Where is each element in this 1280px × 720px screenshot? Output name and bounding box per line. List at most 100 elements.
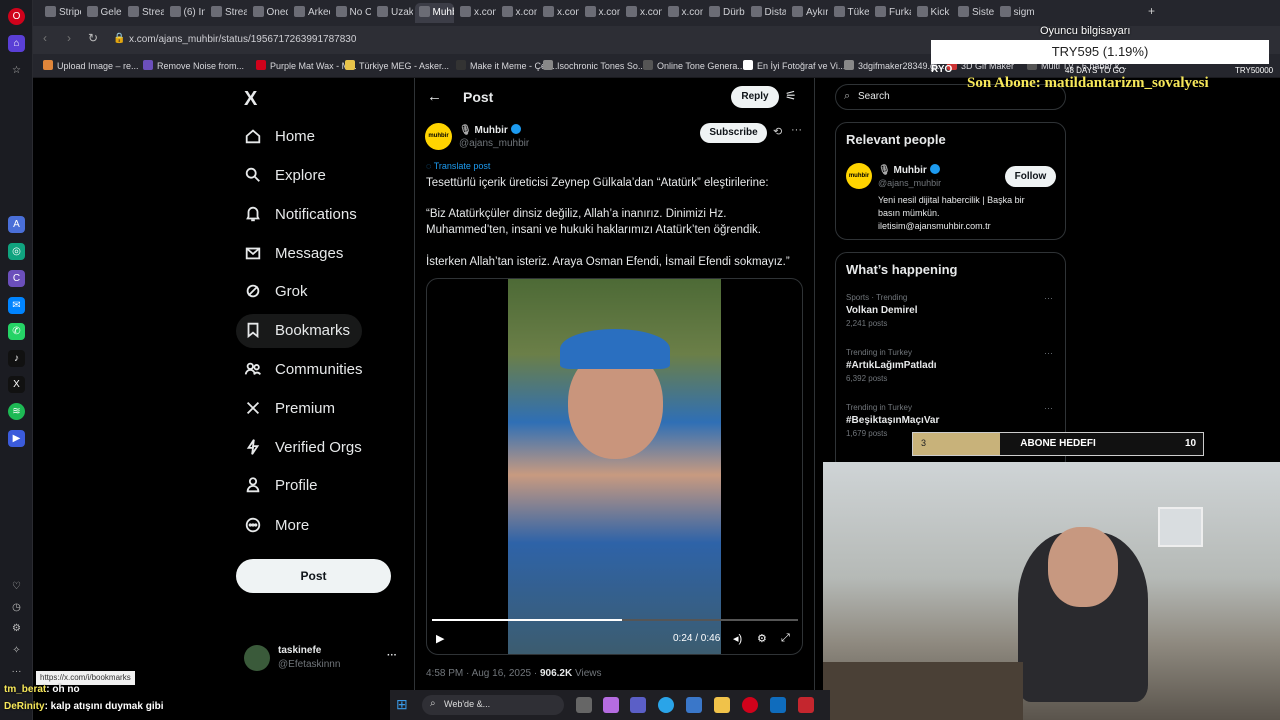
messenger-icon[interactable]: ✉ [8,297,25,314]
bookmark-2[interactable]: Purple Mat Wax - M... [256,58,357,74]
nav-item-label: Notifications [275,206,357,223]
follow-button[interactable]: Follow [1005,166,1056,187]
post-more-icon[interactable]: ··· [791,124,802,136]
bookmark-5[interactable]: Isochronic Tones So... [543,58,645,74]
bookmark-6[interactable]: Online Tone Genera... [643,58,745,74]
bookmark-8[interactable]: 3dgifmaker28349.gi... [844,58,945,74]
author-avatar[interactable]: muhbir [425,123,452,150]
tab-17[interactable]: Distas [747,3,786,23]
new-tab-icon[interactable]: + [1148,4,1155,18]
edge-icon[interactable] [658,697,674,713]
star-icon[interactable]: ☆ [8,62,25,79]
whatsapp-icon[interactable]: ✆ [8,323,25,340]
chatgpt-icon[interactable]: ◎ [8,243,25,260]
bookmark-favicon-icon [844,60,854,70]
tab-20[interactable]: Furka [871,3,911,23]
tab-5[interactable]: Onedi [249,3,288,23]
tab-2[interactable]: Stream [124,3,164,23]
avatar[interactable] [244,645,270,671]
video-settings-icon[interactable]: ⚙ [757,632,767,645]
bookmark-3[interactable]: Türkiye MEG - Asker... [345,58,449,74]
store-icon[interactable] [686,697,702,713]
task-view-icon[interactable] [576,697,592,713]
tab-6[interactable]: Arkeo [290,3,330,23]
video-player[interactable]: ▶ 0:24 / 0:46 ◂) ⚙ ⤢ [426,278,803,655]
app-taskbar-icon[interactable] [798,697,814,713]
tab-8[interactable]: Uzakt [373,3,413,23]
video-progress-track[interactable] [432,619,798,621]
home-icon[interactable]: ⌂ [8,35,25,52]
heart-icon[interactable]: ♡ [8,578,25,595]
tab-19[interactable]: Tüketi [830,3,869,23]
tiktok-icon[interactable]: ♪ [8,350,25,367]
opera-taskbar-icon[interactable] [742,697,758,713]
nav-item-label: Home [275,128,316,145]
tab-4[interactable]: Stream [207,3,247,23]
play-icon[interactable]: ▶ [436,632,444,645]
windows-start-icon[interactable]: ⊞ [396,696,408,713]
subscribe-button[interactable]: Subscribe [700,123,767,143]
tab-0[interactable]: Stripe [41,3,81,23]
player-icon[interactable]: ▶ [8,430,25,447]
taskbar-search-label: Web'de &... [444,699,491,709]
trend-item[interactable]: Trending in Turkey #ArtıkLağımPatladı 6,39… [846,348,1056,396]
tab-3[interactable]: (6) Ins [166,3,205,23]
bookmark-7[interactable]: En İyi Fotoğraf ve Vi... [743,58,845,74]
author-name[interactable]: 🎙 Muhbir [459,124,521,136]
tab-label: sigmu [1013,7,1036,18]
fullscreen-icon[interactable]: ⤢ [781,632,790,645]
app2-icon[interactable]: C [8,270,25,287]
tab-9[interactable]: Muhbir [414,3,454,23]
reload-icon[interactable]: ↻ [88,31,98,45]
x-icon[interactable]: X [8,376,25,393]
outlook-icon[interactable] [770,697,786,713]
post-text-1: Tesettürlü içerik üreticisi Zeynep Gülka… [426,177,769,189]
url-field[interactable]: x.com/ajans_muhbir/status/19567172639917… [129,30,929,50]
post-button[interactable]: Post [236,559,391,593]
tab-22[interactable]: Sister [954,3,994,23]
tab-7[interactable]: No Co [332,3,371,23]
x-logo[interactable]: X [244,88,257,111]
bookmark-label: En İyi Fotoğraf ve Vi... [757,61,846,71]
reply-button[interactable]: Reply [731,86,779,108]
forward-icon[interactable]: › [67,31,71,45]
sliders-icon[interactable]: ⚟ [785,88,797,104]
translate-link[interactable]: ◌ Translate post [426,161,490,171]
explorer-icon[interactable] [714,697,730,713]
tab-18[interactable]: Aykırı [788,3,828,23]
grok-icon[interactable]: ⟲ [773,125,782,138]
teams-icon[interactable] [630,697,646,713]
bookmark-0[interactable]: Upload Image – re... [43,58,139,74]
app-icon[interactable]: A [8,216,25,233]
tab-23[interactable]: sigmu [996,3,1036,23]
tab-1[interactable]: Gelen [83,3,122,23]
volume-icon[interactable]: ◂) [733,632,742,645]
trend-more-icon[interactable]: ··· [1044,293,1053,303]
copilot-icon[interactable] [603,697,619,713]
tab-15[interactable]: x.com [664,3,703,23]
history-icon[interactable]: ◷ [8,599,25,616]
rp-name[interactable]: 🎙 Muhbir [878,164,940,176]
bookmark-1[interactable]: Remove Noise from... [143,58,244,74]
more-icon[interactable]: ··· [8,663,25,680]
tab-12[interactable]: x.com [539,3,579,23]
tab-16[interactable]: Dürbü [705,3,745,23]
tab-14[interactable]: x.com [622,3,662,23]
account-menu-icon[interactable]: ··· [387,650,397,661]
back-icon[interactable]: ‹ [43,31,47,45]
spotify-icon[interactable]: ≋ [8,403,25,420]
rp-avatar[interactable]: muhbir [846,163,872,189]
trend-more-icon[interactable]: ··· [1044,348,1053,358]
trend-item[interactable]: Sports · Trending Volkan Demirel 2,241 pos… [846,293,1056,341]
trend-more-icon[interactable]: ··· [1044,403,1053,413]
taskbar-search[interactable]: ⌕ Web'de &... [422,695,564,715]
tab-13[interactable]: x.com [581,3,620,23]
bulb-icon[interactable]: ✧ [8,642,25,659]
back-arrow-icon[interactable]: ← [427,88,442,105]
opera-logo-icon[interactable]: O [8,8,25,25]
tab-11[interactable]: x.com [498,3,537,23]
settings-icon[interactable]: ⚙ [8,620,25,637]
translate-icon: ◌ [426,161,434,171]
tab-21[interactable]: Kick [913,3,953,23]
tab-10[interactable]: x.com [456,3,496,23]
